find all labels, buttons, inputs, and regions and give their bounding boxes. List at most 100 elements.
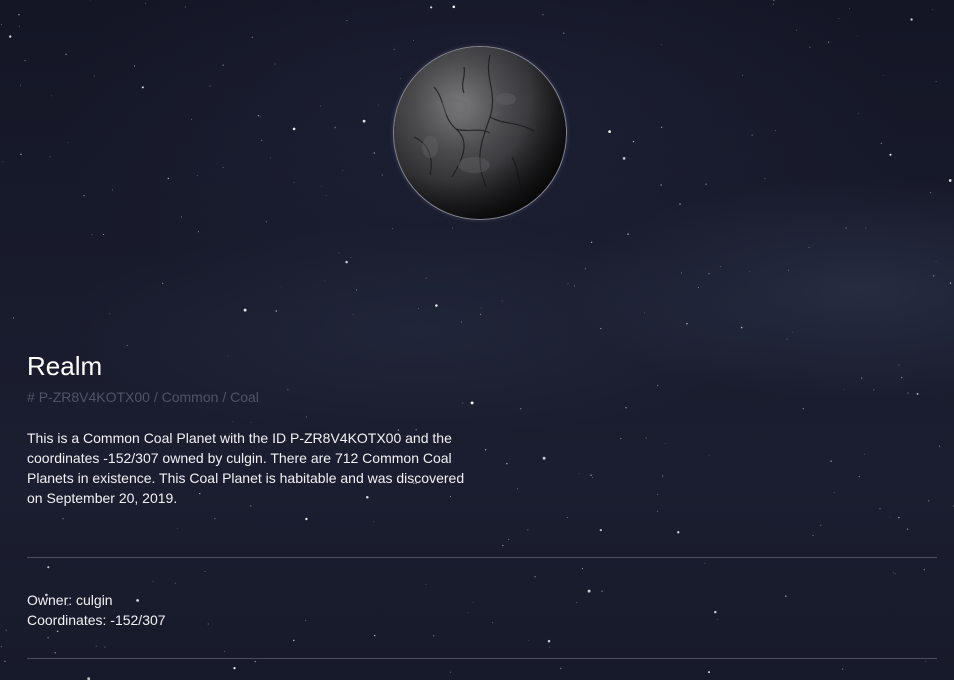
star [399,78,401,80]
star [708,671,710,674]
star [643,312,645,314]
star [174,582,176,584]
star [65,53,67,56]
star [418,307,420,310]
star [686,322,688,325]
star [742,74,743,76]
star [772,3,774,5]
star [527,529,529,531]
star [83,194,85,197]
star [786,338,788,340]
star [134,65,136,67]
star [749,271,751,272]
planet-image [394,47,566,219]
star [697,287,699,289]
star [67,142,69,144]
star [542,14,544,16]
star [0,24,2,25]
star [906,528,909,530]
star [196,174,198,176]
star [508,538,510,540]
star [857,35,858,37]
star [4,660,6,662]
star [705,183,707,185]
star [342,170,344,171]
star [774,130,777,132]
star [838,18,840,20]
star [281,286,282,288]
star [293,181,295,183]
star [261,139,263,141]
star [740,326,743,329]
star [812,535,814,537]
star [751,134,753,136]
star [764,177,766,179]
star [362,119,366,123]
star [56,630,59,633]
coal-planet-graphic [394,47,566,219]
star [933,275,935,277]
star [2,161,4,163]
star [24,59,26,62]
star [104,646,106,648]
star [162,282,164,284]
planet-info: Realm # P-ZR8V4KOTX00 / Common / Coal Th… [27,350,937,522]
star [222,166,224,168]
separator: / [153,389,158,405]
star [5,629,7,631]
star [883,75,884,76]
star [796,29,798,31]
star [491,622,494,624]
star [243,308,247,312]
star [18,25,20,27]
star [452,227,453,229]
star [425,277,427,279]
planet-title: Realm [27,351,103,381]
star [563,32,565,34]
star [894,157,896,159]
star [929,191,932,194]
divider [27,658,937,659]
planet-description: This is a Common Coal Planet with the ID… [27,430,465,506]
star [716,619,718,620]
star [18,14,20,16]
star [845,227,847,229]
star [679,203,681,205]
star [93,75,95,77]
star [257,114,260,117]
owner-value: culgin [76,592,113,608]
star [467,612,469,613]
star [858,112,860,114]
owner-label: Owner: [27,592,73,608]
star [145,2,147,4]
star [660,126,663,128]
divider [27,557,937,558]
coordinates-row: Coordinates: -152/307 [27,610,166,630]
star [785,595,787,597]
star [177,528,178,529]
star [935,261,937,262]
separator: / [222,389,227,405]
star [842,668,844,670]
star [275,310,277,312]
star [534,576,536,578]
star [704,562,706,564]
star [325,194,327,196]
planet-subtitle: # P-ZR8V4KOTX00 / Common / Coal [27,388,937,406]
star [345,260,348,264]
star [808,247,810,249]
star [180,216,182,218]
star [324,280,326,282]
star [599,528,602,532]
star [224,651,225,652]
star [502,544,504,547]
star [849,8,850,10]
star [632,140,635,143]
star [352,313,354,315]
star [197,231,199,233]
star [152,581,154,582]
star [501,300,503,302]
star [209,85,211,87]
star [430,6,433,9]
star [373,634,376,637]
